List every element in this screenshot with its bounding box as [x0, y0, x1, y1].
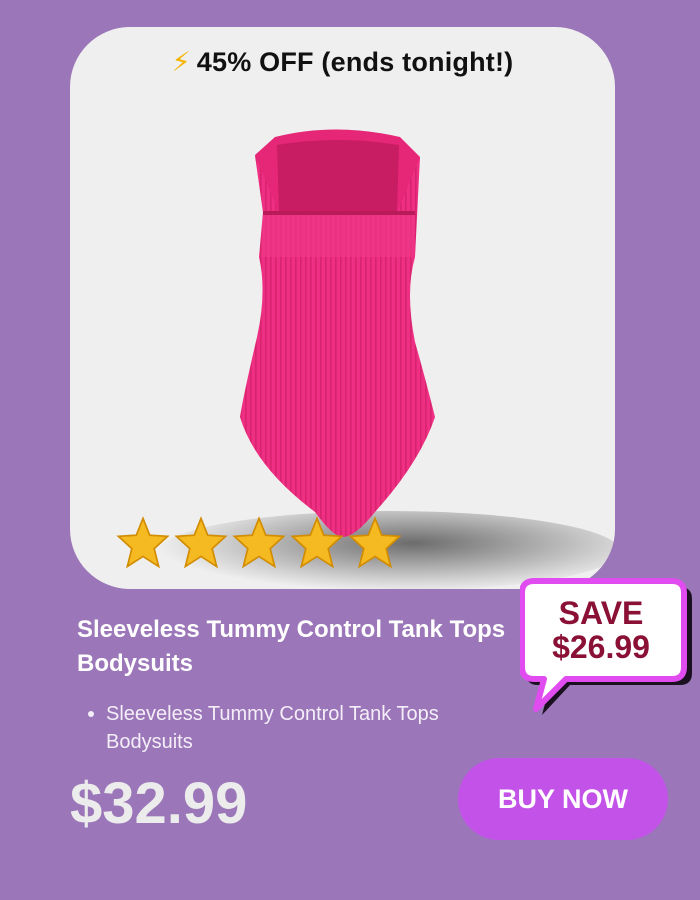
- feature-list: Sleeveless Tummy Control Tank Tops Bodys…: [88, 700, 448, 756]
- save-label: SAVE: [558, 595, 644, 631]
- save-amount: $26.99: [552, 629, 650, 665]
- product-title: Sleeveless Tummy Control Tank Tops Bodys…: [77, 616, 506, 677]
- promo-banner: ⚡ 45% OFF (ends tonight!): [70, 47, 615, 78]
- star-icon: [290, 516, 344, 569]
- save-badge-text: SAVE $26.99: [520, 596, 682, 664]
- rating-stars: [115, 515, 403, 571]
- buy-now-button[interactable]: BUY NOW: [458, 758, 668, 840]
- product-card: ⚡ 45% OFF (ends tonight!): [70, 27, 615, 589]
- product-image[interactable]: [215, 117, 455, 547]
- star-icon: [116, 516, 170, 569]
- star-icon: [174, 516, 228, 569]
- promo-text: 45% OFF (ends tonight!): [196, 47, 514, 77]
- lightning-bolt-icon: ⚡: [171, 47, 191, 77]
- star-icon: [348, 516, 402, 569]
- star-icon: [232, 516, 286, 569]
- feature-item: Sleeveless Tummy Control Tank Tops Bodys…: [88, 700, 448, 756]
- product-price: $32.99: [70, 771, 248, 836]
